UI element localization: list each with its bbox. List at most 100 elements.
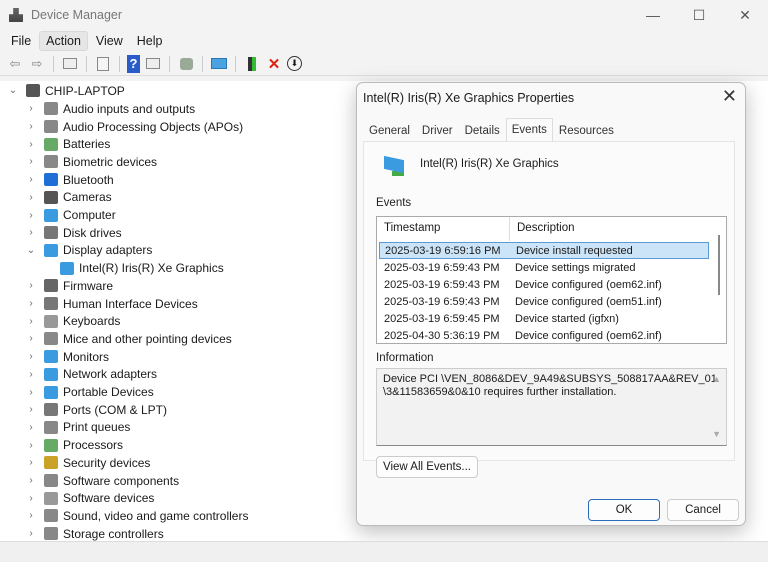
chevron-right-icon[interactable]: ›	[26, 440, 36, 451]
toolbar: ⇦ ⇨ ? ✕ ⬇	[0, 52, 768, 76]
tree-item[interactable]: › Software components	[26, 472, 179, 490]
dialog-close-button[interactable]: ✕	[722, 86, 737, 107]
device-category-icon	[44, 173, 58, 187]
events-list[interactable]: Timestamp Description 2025-03-19 6:59:16…	[376, 216, 727, 344]
chevron-right-icon[interactable]: ›	[26, 475, 36, 486]
chevron-right-icon[interactable]: ›	[26, 174, 36, 185]
chevron-right-icon[interactable]: ›	[26, 351, 36, 362]
device-category-icon	[44, 491, 58, 505]
events-scrollbar[interactable]	[718, 235, 720, 295]
column-description[interactable]: Description	[510, 217, 582, 241]
maximize-button[interactable]: ☐	[676, 0, 722, 30]
tree-item-label: Audio inputs and outputs	[63, 101, 196, 116]
chevron-right-icon[interactable]: ›	[26, 103, 36, 114]
show-hide-console-tree-icon[interactable]	[61, 55, 79, 73]
tree-item[interactable]: › Cameras	[26, 189, 111, 207]
tree-item[interactable]: › Biometric devices	[26, 153, 157, 171]
menu-file[interactable]: File	[5, 32, 37, 50]
scroll-up-icon[interactable]: ▲	[712, 373, 721, 386]
scan-hardware-changes-icon[interactable]	[177, 55, 195, 73]
view-all-events-button[interactable]: View All Events...	[376, 456, 478, 478]
column-timestamp[interactable]: Timestamp	[377, 217, 510, 241]
tab-details[interactable]: Details	[459, 121, 506, 141]
tree-item[interactable]: › Ports (COM & LPT)	[26, 401, 167, 419]
event-row[interactable]: 2025-04-30 5:36:19 PM Device configured (…	[379, 327, 709, 344]
chevron-right-icon[interactable]: ›	[26, 227, 36, 238]
tab-events[interactable]: Events	[505, 118, 553, 141]
chevron-right-icon[interactable]: ›	[26, 192, 36, 203]
tree-item[interactable]: › Mice and other pointing devices	[26, 330, 232, 348]
chevron-right-icon[interactable]: ›	[26, 493, 36, 504]
help-icon[interactable]: ?	[127, 54, 140, 73]
tree-item[interactable]: › Batteries	[26, 135, 110, 153]
chevron-right-icon[interactable]: ›	[26, 528, 36, 539]
device-category-icon	[44, 155, 58, 169]
tree-item-label: Keyboards	[63, 314, 121, 329]
event-row[interactable]: 2025-03-19 6:59:43 PM Device configured (…	[379, 276, 709, 293]
event-row[interactable]: 2025-03-19 6:59:45 PM Device started (igf…	[379, 310, 709, 327]
tab-driver[interactable]: Driver	[416, 121, 459, 141]
minimize-button[interactable]: —	[630, 0, 676, 30]
cancel-button[interactable]: Cancel	[667, 499, 739, 521]
tree-item[interactable]: › Audio Processing Objects (APOs)	[26, 118, 243, 136]
tree-item[interactable]: › Firmware	[26, 277, 113, 295]
tab-resources[interactable]: Resources	[553, 121, 620, 141]
menu-help[interactable]: Help	[131, 32, 169, 50]
monitor-icon[interactable]	[210, 55, 228, 73]
event-row[interactable]: 2025-03-19 6:59:43 PM Device configured (…	[379, 293, 709, 310]
separator	[119, 55, 120, 72]
tree-item[interactable]: ⌄ Display adapters	[26, 242, 153, 260]
chevron-right-icon[interactable]: ›	[26, 121, 36, 132]
chevron-right-icon[interactable]: ›	[26, 369, 36, 380]
tree-item[interactable]: › Bluetooth	[26, 171, 113, 189]
properties-icon[interactable]	[94, 55, 112, 73]
tree-item[interactable]: › Security devices	[26, 454, 150, 472]
tree-item[interactable]: › Processors	[26, 436, 123, 454]
chevron-right-icon[interactable]: ›	[26, 210, 36, 221]
tree-root-label: CHIP-LAPTOP	[45, 83, 125, 98]
menu-view[interactable]: View	[90, 32, 129, 50]
event-row[interactable]: 2025-03-19 6:59:43 PM Device settings mig…	[379, 259, 709, 276]
tree-item[interactable]: Intel(R) Iris(R) Xe Graphics	[60, 259, 224, 277]
chevron-down-icon[interactable]: ⌄	[8, 85, 18, 96]
tree-item[interactable]: › Disk drives	[26, 224, 121, 242]
chevron-right-icon[interactable]: ›	[26, 510, 36, 521]
tree-item[interactable]: › Human Interface Devices	[26, 295, 197, 313]
forward-icon[interactable]: ⇨	[28, 55, 46, 73]
show-action-pane-icon[interactable]	[144, 55, 162, 73]
update-driver-icon[interactable]	[243, 55, 261, 73]
tree-item-label: Mice and other pointing devices	[63, 331, 232, 346]
tree-root[interactable]: ⌄ CHIP-LAPTOP	[8, 82, 125, 100]
chevron-right-icon[interactable]: ›	[26, 156, 36, 167]
event-timestamp: 2025-03-19 6:59:45 PM	[384, 312, 500, 325]
chevron-down-icon[interactable]: ⌄	[26, 245, 36, 256]
chevron-right-icon[interactable]: ›	[26, 280, 36, 291]
tree-item[interactable]: › Computer	[26, 206, 115, 224]
event-row[interactable]: 2025-03-19 6:59:16 PM Device install requ…	[379, 242, 709, 259]
close-button[interactable]: ✕	[722, 0, 768, 30]
chevron-right-icon[interactable]: ›	[26, 387, 36, 398]
chevron-right-icon[interactable]: ›	[26, 139, 36, 150]
back-icon[interactable]: ⇦	[6, 55, 24, 73]
tree-item[interactable]: › Network adapters	[26, 366, 157, 384]
tree-item[interactable]: › Keyboards	[26, 312, 120, 330]
chevron-right-icon[interactable]: ›	[26, 333, 36, 344]
tree-item[interactable]: › Storage controllers	[26, 525, 163, 541]
disable-device-icon[interactable]: ⬇	[287, 56, 302, 71]
chevron-right-icon[interactable]: ›	[26, 298, 36, 309]
tree-item[interactable]: › Monitors	[26, 348, 109, 366]
chevron-right-icon[interactable]: ›	[26, 422, 36, 433]
tree-item[interactable]: › Audio inputs and outputs	[26, 100, 195, 118]
tree-item[interactable]: › Print queues	[26, 419, 130, 437]
chevron-right-icon[interactable]: ›	[26, 457, 36, 468]
ok-button[interactable]: OK	[588, 499, 660, 521]
uninstall-icon[interactable]: ✕	[265, 55, 283, 73]
scroll-down-icon[interactable]: ▼	[712, 428, 721, 441]
tree-item[interactable]: › Software devices	[26, 489, 154, 507]
tab-general[interactable]: General	[363, 121, 416, 141]
menu-action[interactable]: Action	[39, 31, 88, 51]
chevron-right-icon[interactable]: ›	[26, 404, 36, 415]
chevron-right-icon[interactable]: ›	[26, 316, 36, 327]
tree-item[interactable]: › Portable Devices	[26, 383, 153, 401]
tree-item[interactable]: › Sound, video and game controllers	[26, 507, 248, 525]
